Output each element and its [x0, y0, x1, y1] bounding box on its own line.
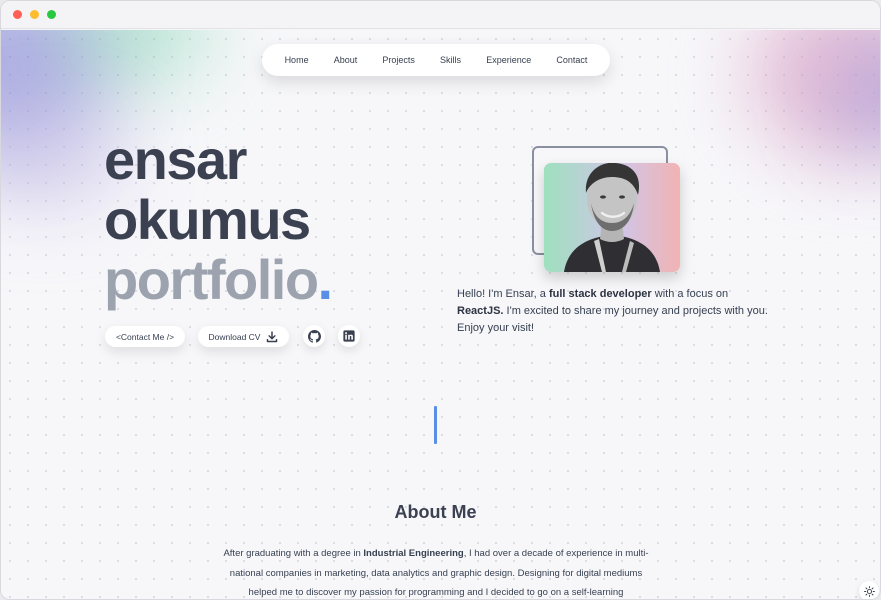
hero-last-name: okumus [104, 188, 311, 251]
hero-portfolio-word: portfolio [104, 248, 319, 311]
hero-period: . [317, 248, 334, 311]
contact-me-label: <Contact Me /> [115, 331, 175, 342]
github-link[interactable] [303, 325, 325, 347]
intro-text: Hello! I'm Ensar, a full stack developer… [457, 286, 777, 337]
theme-toggle-button[interactable] [859, 581, 879, 599]
nav-experience[interactable]: Experience [486, 55, 531, 65]
download-cv-label: Download CV [208, 331, 261, 342]
about-highlight-degree: Industrial Engineering [363, 548, 464, 559]
hero-portfolio-line: portfolio. [104, 248, 334, 311]
profile-portrait-image [564, 163, 660, 272]
about-section-title: About Me [394, 502, 477, 522]
browser-window: Home About Projects Skills Experience Co… [0, 0, 881, 600]
intro-highlight-tech: ReactJS. [457, 305, 504, 317]
about-section-text: After graduating with a degree in Indust… [215, 544, 657, 599]
intro-part-1: Hello! I'm Ensar, a [457, 288, 549, 300]
intro-highlight-role: full stack developer [548, 288, 652, 300]
background-blob [750, 30, 880, 160]
linkedin-link[interactable] [338, 325, 360, 347]
hero-first-name: ensar [104, 128, 247, 191]
nav-skills[interactable]: Skills [440, 55, 461, 65]
main-nav: Home About Projects Skills Experience Co… [262, 44, 610, 76]
nav-about[interactable]: About [334, 55, 358, 65]
portfolio-page: Home About Projects Skills Experience Co… [1, 30, 880, 599]
close-window-button[interactable] [13, 10, 22, 19]
background-blob [61, 30, 211, 90]
sun-icon [863, 585, 875, 597]
background-blob [830, 40, 880, 150]
background-blob [1, 30, 111, 160]
minimize-window-button[interactable] [30, 10, 39, 19]
nav-projects[interactable]: Projects [382, 55, 415, 65]
section-divider [434, 406, 437, 444]
maximize-window-button[interactable] [47, 10, 56, 19]
profile-photo [544, 163, 680, 272]
intro-part-2: with a focus on [651, 288, 729, 300]
download-icon [267, 330, 278, 342]
hero-heading: ensar okumus portfolio. [104, 128, 334, 311]
download-cv-button[interactable]: Download CV [198, 326, 289, 347]
intro-part-3: I'm excited to share my journey and proj… [457, 305, 768, 334]
linkedin-icon [343, 330, 355, 342]
window-titlebar [1, 1, 880, 29]
nav-home[interactable]: Home [285, 55, 309, 65]
nav-contact[interactable]: Contact [556, 55, 587, 65]
github-icon [307, 329, 321, 343]
about-text-part-1: After graduating with a degree in [223, 548, 364, 559]
contact-me-button[interactable]: <Contact Me /> [105, 326, 185, 347]
